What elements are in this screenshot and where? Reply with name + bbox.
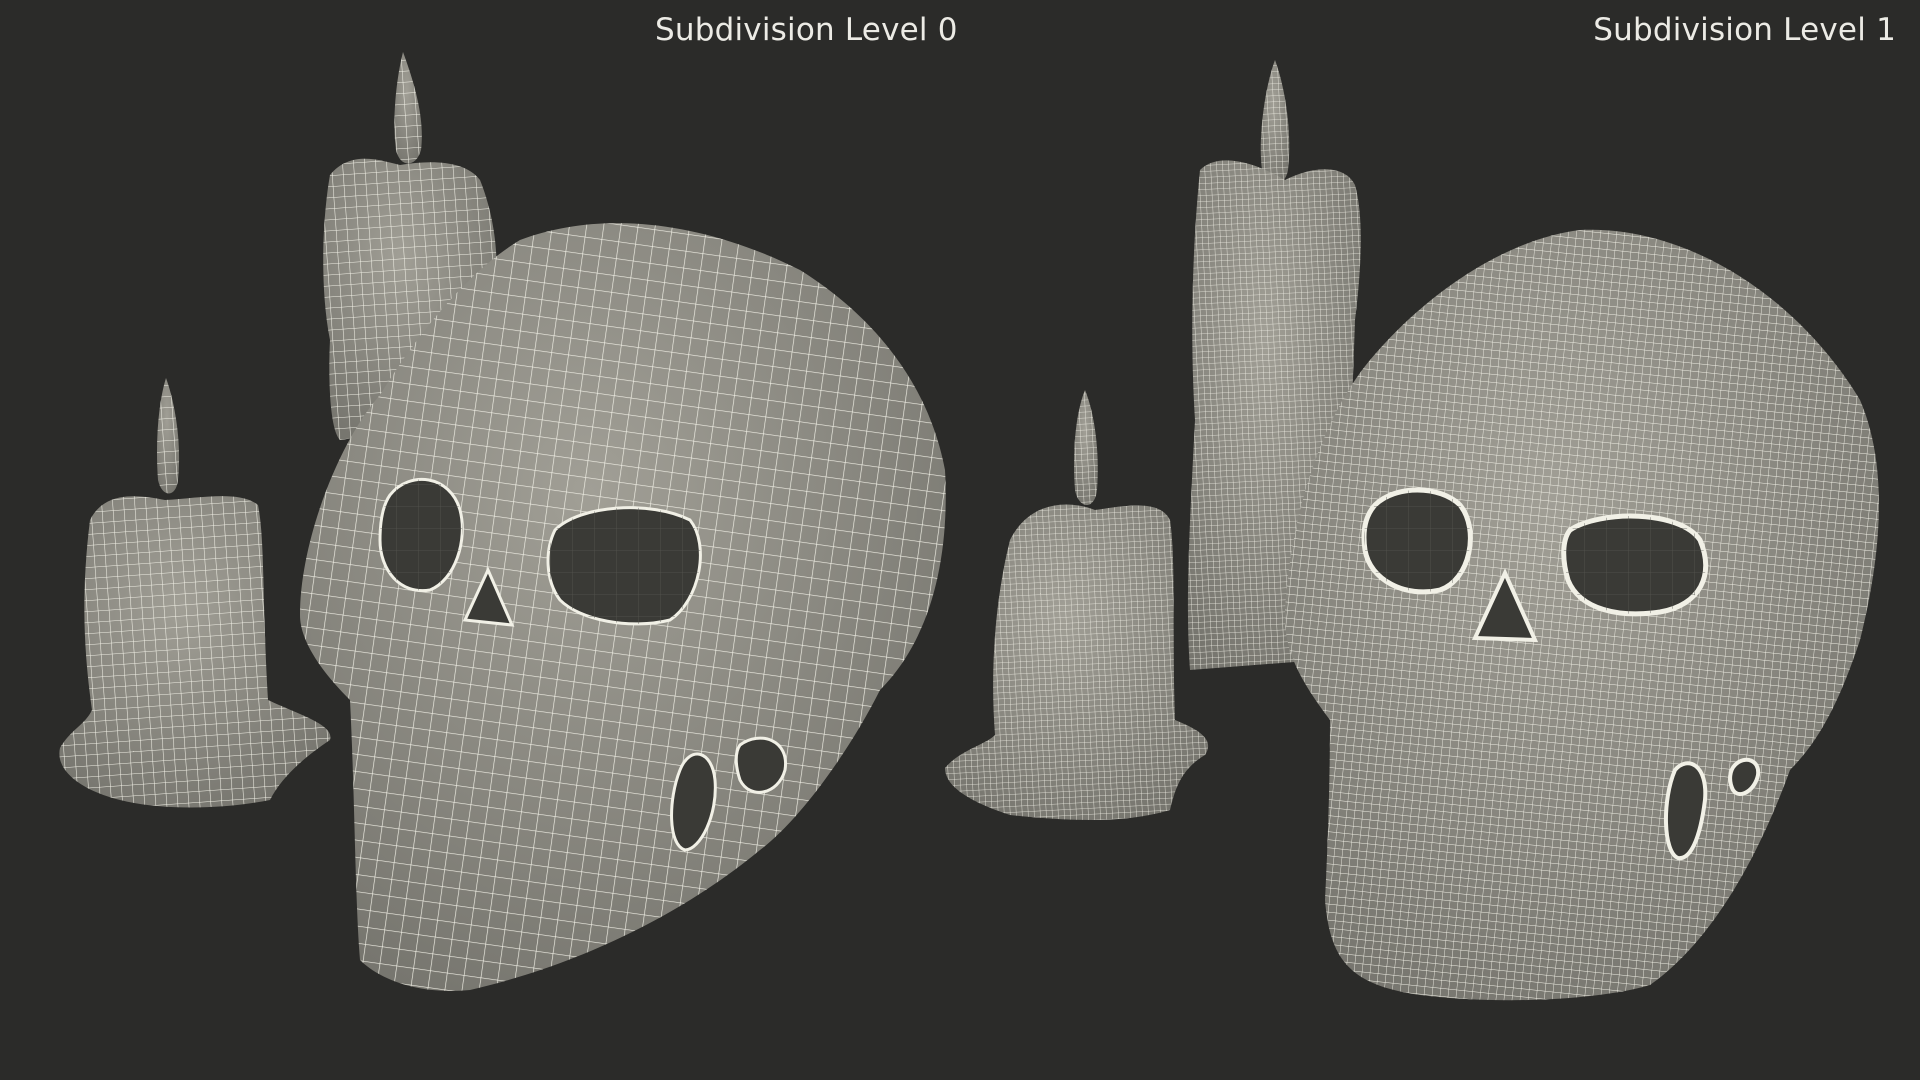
render-viewport: Subdivision Level 0 Subdivision Level 1 bbox=[0, 0, 1920, 1080]
right-skull bbox=[1284, 229, 1879, 1001]
right-short-candle bbox=[945, 390, 1209, 820]
wireframe-scene bbox=[59, 52, 1879, 1001]
left-short-candle bbox=[59, 378, 331, 808]
